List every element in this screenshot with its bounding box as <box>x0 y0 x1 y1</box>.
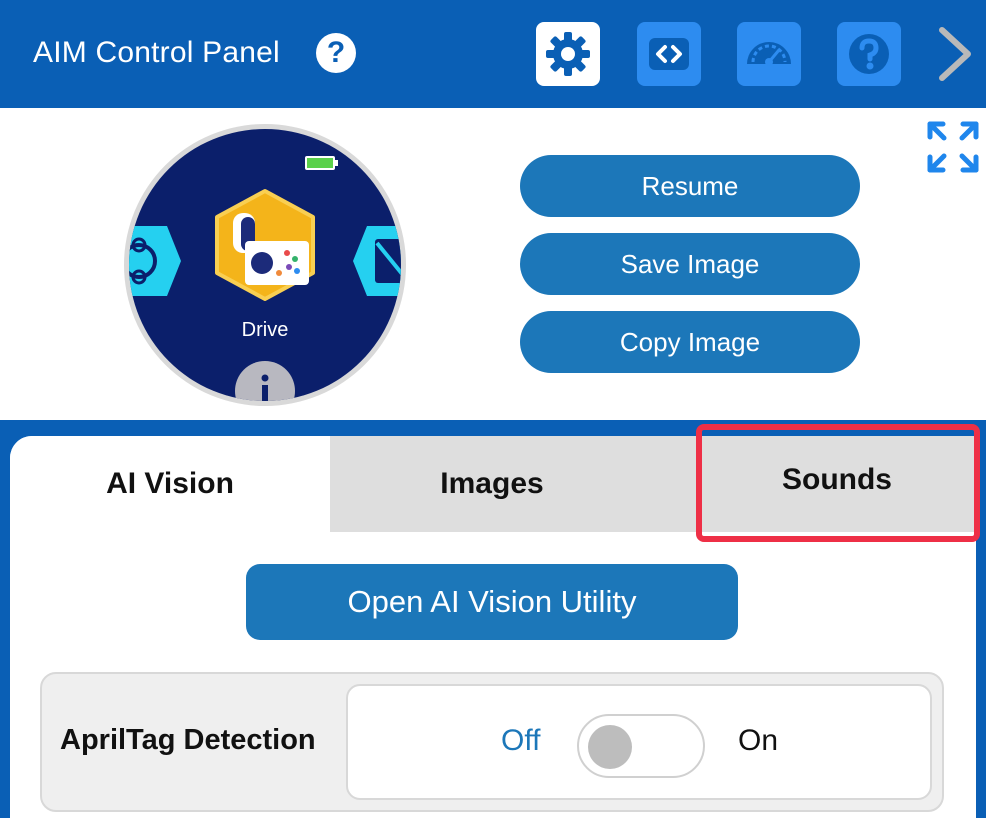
page-title: AIM Control Panel <box>33 36 280 69</box>
tab-ai-vision[interactable]: AI Vision <box>10 436 330 532</box>
apriltag-toggle[interactable] <box>577 714 705 778</box>
left-app-icon <box>129 226 181 296</box>
save-image-button[interactable]: Save Image <box>520 233 860 295</box>
copy-image-button[interactable]: Copy Image <box>520 311 860 373</box>
brain-screen: Drive <box>129 129 401 401</box>
battery-icon <box>305 156 338 170</box>
sounds-tab-highlight <box>696 424 980 542</box>
toggle-on-label: On <box>738 724 779 757</box>
gear-icon <box>546 32 590 76</box>
right-app-icon <box>353 226 401 296</box>
title-help-icon[interactable]: ? <box>316 33 356 73</box>
drive-app-icon <box>215 189 315 301</box>
brain-screen-preview: Drive <box>124 124 406 406</box>
code-view-button[interactable] <box>637 22 701 86</box>
open-ai-vision-utility-button[interactable]: Open AI Vision Utility <box>246 564 738 640</box>
resume-button[interactable]: Resume <box>520 155 860 217</box>
help-button[interactable] <box>837 22 901 86</box>
dashboard-icon <box>747 42 791 66</box>
toggle-knob[interactable] <box>588 725 632 769</box>
toggle-off-label: Off <box>501 724 541 757</box>
expand-icon[interactable] <box>926 120 980 174</box>
dashboard-button[interactable] <box>737 22 801 86</box>
apriltag-detection-label: AprilTag Detection <box>60 724 316 756</box>
chevron-right-icon[interactable] <box>930 22 980 86</box>
help-icon <box>849 34 889 74</box>
active-app-label: Drive <box>241 319 289 341</box>
info-icon <box>235 361 295 401</box>
settings-button[interactable] <box>536 22 600 86</box>
code-icon <box>649 38 689 70</box>
header-bar: AIM Control Panel ? <box>0 0 986 108</box>
tab-images[interactable]: Images <box>330 436 654 532</box>
